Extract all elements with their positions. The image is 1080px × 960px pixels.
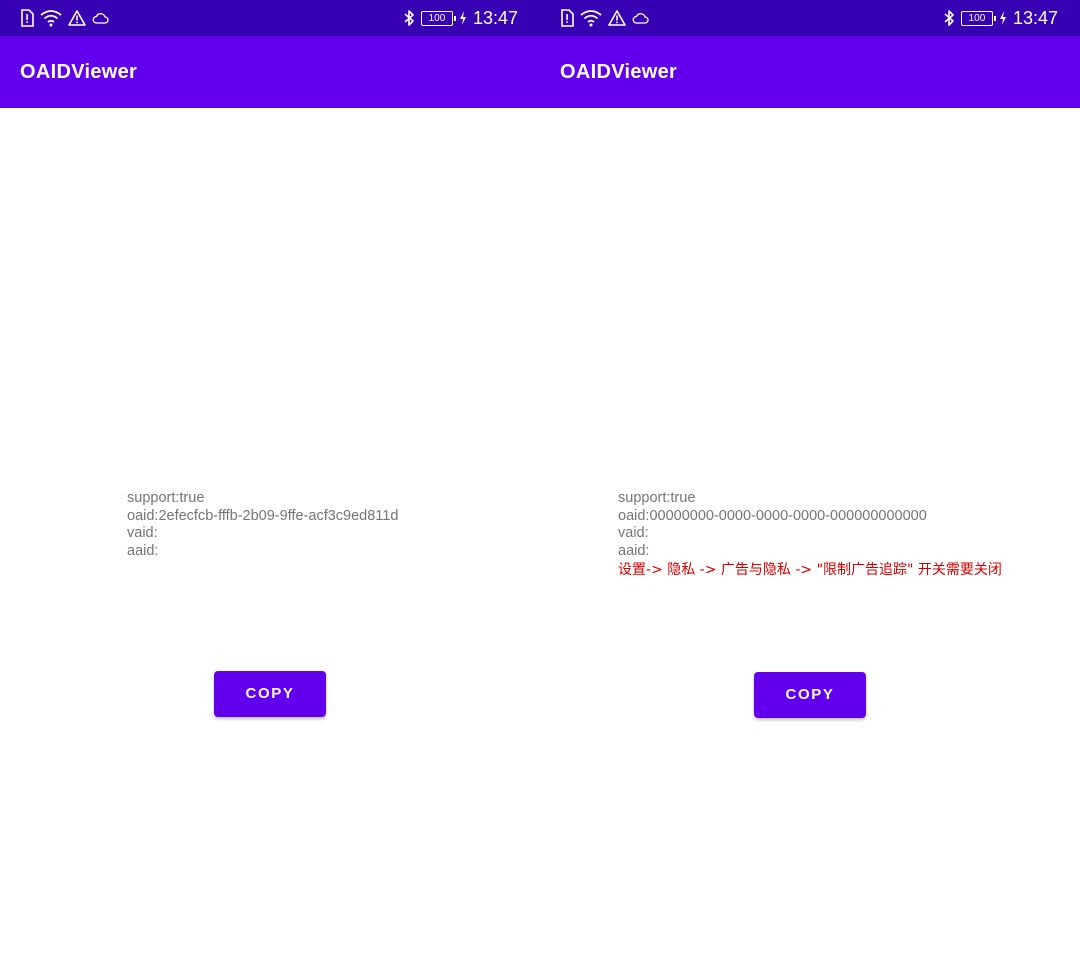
status-time: 13:47: [472, 8, 518, 28]
charging-icon: [999, 11, 1007, 25]
vaid-line: vaid:: [127, 525, 158, 541]
limit-ad-tracking-warning: 设置-> 隐私 -> 广告与隐私 -> "限制广告追踪" 开关需要关闭: [618, 562, 1002, 578]
app-title: OAIDViewer: [560, 61, 678, 83]
status-time: 13:47: [1012, 8, 1058, 28]
wifi-icon: [580, 9, 602, 27]
charging-icon: [459, 11, 467, 25]
oaid-line: oaid:00000000-0000-0000-0000-00000000000…: [618, 507, 927, 524]
phone-screen-right: 100 13:47 OAIDViewer support:true oaid:0…: [540, 0, 1080, 960]
support-line: support:true: [127, 490, 205, 506]
support-line: support:true: [618, 490, 696, 506]
status-bar: 100 13:47: [540, 0, 1080, 36]
aaid-line: aaid:: [618, 542, 650, 559]
wifi-icon: [40, 9, 62, 27]
cloud-icon: [632, 12, 649, 24]
vaid-line: vaid:: [618, 525, 649, 541]
cloud-icon: [92, 12, 109, 24]
copy-button[interactable]: COPY: [754, 672, 866, 718]
screenshot-comparison: 100 13:47 OAIDViewer support:true oaid:2…: [0, 0, 1080, 960]
battery-icon: 100: [420, 10, 456, 26]
app-bar: OAIDViewer: [540, 36, 1080, 108]
bluetooth-icon: [403, 9, 415, 27]
sim-alert-icon: [20, 9, 34, 27]
sim-alert-icon: [560, 9, 574, 27]
app-title: OAIDViewer: [20, 61, 138, 83]
app-bar: OAIDViewer: [0, 36, 540, 108]
phone-screen-left: 100 13:47 OAIDViewer support:true oaid:2…: [0, 0, 540, 960]
warning-icon: [608, 10, 626, 26]
status-icons-left: [20, 8, 109, 28]
warning-icon: [68, 10, 86, 26]
bluetooth-icon: [943, 9, 955, 27]
oaid-line: oaid:2efecfcb-fffb-2b09-9ffe-acf3c9ed811…: [127, 507, 399, 524]
status-icons-right: 100 13:47: [943, 6, 1058, 30]
oaid-info: support:true oaid:00000000-0000-0000-000…: [618, 490, 1002, 580]
aaid-line: aaid:: [127, 542, 159, 559]
status-icons-right: 100 13:47: [403, 6, 518, 30]
oaid-info: support:true oaid:2efecfcb-fffb-2b09-9ff…: [127, 490, 398, 560]
status-icons-left: [560, 8, 649, 28]
status-bar: 100 13:47: [0, 0, 540, 36]
battery-icon: 100: [960, 10, 996, 26]
copy-button[interactable]: COPY: [214, 671, 326, 717]
